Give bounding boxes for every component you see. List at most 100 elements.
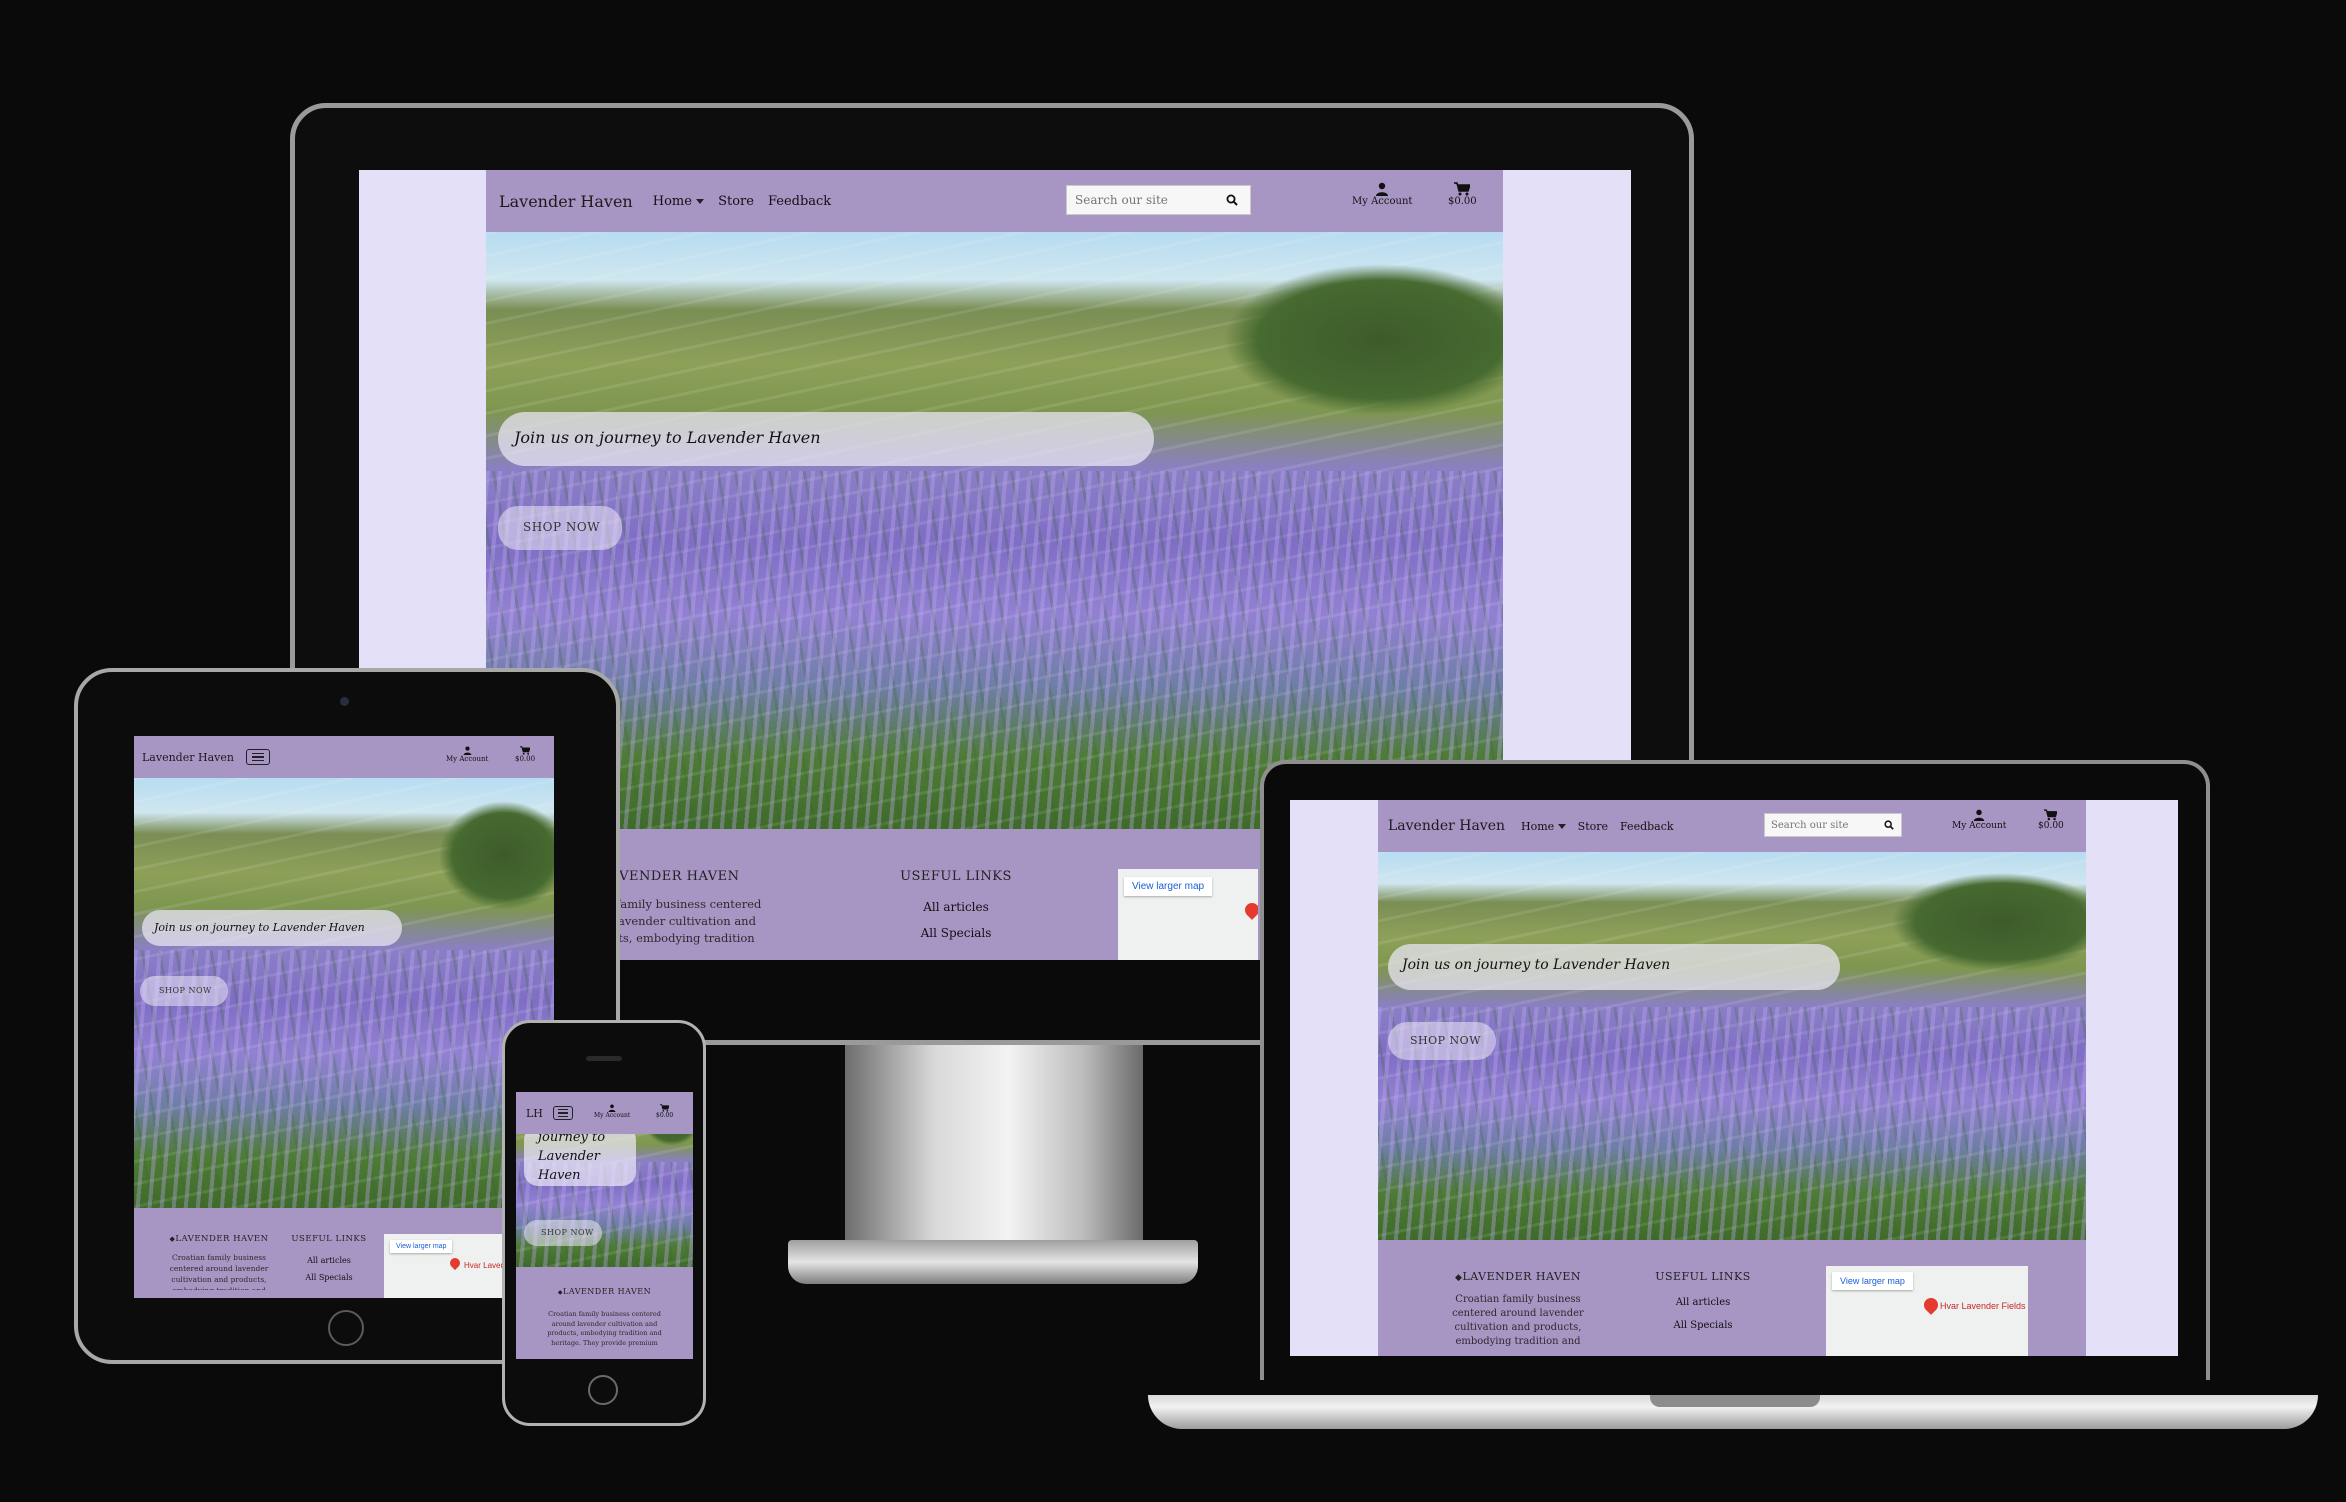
footer-link-articles[interactable]: All articles [1638,1297,1768,1308]
nav-feedback[interactable]: Feedback [1620,820,1674,833]
chevron-down-icon [1557,824,1566,829]
footer-about-title: ◆LAVENDER HAVEN [557,1287,652,1296]
map-pin-icon [1921,1295,1941,1315]
navbar: Lavender Haven My Account $0.00 [134,736,554,778]
nav-home-label: Home [1521,819,1555,833]
phone-home-button [588,1375,618,1405]
footer-map[interactable]: View larger map Hvar Lavender Fields [1826,1266,2028,1356]
account-label: My Account [446,755,489,763]
cart-icon [2044,809,2058,821]
footer-links-title: USEFUL LINKS [900,869,1012,884]
footer-link-specials[interactable]: All Specials [866,926,1046,940]
phone-speaker [586,1056,622,1061]
search-form [1764,813,1902,837]
search-input[interactable] [1067,193,1217,207]
hero-banner: Join us on journey to Lavender Haven SHO… [1378,852,2086,1240]
brand-logo[interactable]: Lavender Haven [1388,818,1505,834]
hero-banner: Join us on journey to Lavender Haven SHO… [486,232,1503,829]
hero-banner: Join us on journey to Lavender Haven SHO… [134,778,554,1208]
hero-tagline: Join us on journey to Lavender Haven [142,910,402,946]
account-label: My Account [594,1112,631,1119]
user-icon [608,1104,616,1112]
user-icon [1974,809,1985,821]
cart-total: $0.00 [656,1112,674,1119]
cart-icon [1454,182,1471,196]
cart-icon [660,1104,670,1112]
footer-links-title: USEFUL LINKS [1655,1270,1751,1283]
footer-links: USEFUL LINKS All articles All Specials [866,869,1046,940]
nav-home-dropdown[interactable]: Home [1521,820,1566,833]
cart-link[interactable]: $0.00 [1448,182,1477,207]
cart-link[interactable]: $0.00 [2038,809,2064,831]
footer-links: USEFUL LINKS All articles All Specials [284,1234,374,1282]
footer-about-text: Croatian family business centered around… [169,1253,269,1290]
map-pin-label: Hvar Lavender Fields [1940,1301,2026,1311]
search-icon [1226,194,1238,206]
hero-tagline: Join us on journey to Lavender Haven [498,412,1154,466]
site-container: Lavender Haven Home Store Feedback My Ac… [1378,800,2086,1356]
my-account-link[interactable]: My Account [594,1104,630,1119]
site-footer: ◆LAVENDER HAVEN Croatian family business… [1378,1240,2086,1356]
footer-about-title: ◆LAVENDER HAVEN [169,1234,269,1244]
footer-about-text: Croatian family business centered around… [547,1310,662,1347]
search-button[interactable] [1877,814,1901,836]
laptop-notch [1650,1395,1820,1407]
search-icon [1884,820,1894,830]
map-pin-label: Hvar Laven [464,1261,505,1270]
shop-now-button[interactable]: SHOP NOW [1388,1022,1496,1060]
footer-about: ◆LAVENDER HAVEN Croatian family business… [164,1234,274,1290]
brand-logo[interactable]: Lavender Haven [142,751,234,764]
view-larger-map-link[interactable]: View larger map [390,1240,453,1253]
search-button[interactable] [1217,186,1247,214]
site-footer: ◆LAVENDER HAVEN Croatian family business… [134,1208,554,1298]
nav-home-dropdown[interactable]: Home [652,193,705,209]
footer-link-articles[interactable]: All articles [866,900,1046,914]
brand-logo[interactable]: Lavender Haven [499,192,633,211]
footer-map[interactable]: View larger map [1118,869,1258,960]
hamburger-icon[interactable] [552,1106,573,1120]
nav-store[interactable]: Store [718,194,754,209]
brand-logo[interactable]: LH [526,1107,543,1120]
nav-feedback[interactable]: Feedback [768,194,831,209]
cart-total: $0.00 [2038,821,2064,831]
user-icon [1376,182,1389,196]
view-larger-map-link[interactable]: View larger map [1832,1272,1913,1290]
shop-now-button[interactable]: SHOP NOW [498,506,622,550]
cart-link[interactable]: $0.00 [656,1104,673,1119]
account-label: My Account [1952,821,2007,831]
hamburger-icon[interactable] [245,749,270,765]
phone-screen: journey to Lavender Haven SHOP NOW LH My… [516,1092,693,1359]
shop-now-button[interactable]: SHOP NOW [140,976,228,1006]
cart-icon [520,746,531,755]
cart-total: $0.00 [515,755,536,763]
footer-link-specials[interactable]: All Specials [1638,1320,1768,1331]
my-account-link[interactable]: My Account [1952,809,2006,831]
map-pin-icon [447,1255,463,1271]
nav-store[interactable]: Store [1578,820,1608,833]
shop-now-button[interactable]: SHOP NOW [524,1220,602,1246]
site-footer: ◆LAVENDER HAVEN Croatian family business… [516,1267,693,1359]
navbar: Lavender Haven Home Store Feedback My Ac… [1378,800,2086,852]
nav-links: Home Store Feedback [1521,820,1674,833]
footer-about: ◆LAVENDER HAVEN Croatian family business… [1438,1270,1598,1349]
my-account-link[interactable]: My Account [1352,182,1412,207]
navbar: Lavender Haven Home Store Feedback My Ac… [486,170,1503,232]
chevron-down-icon [696,198,705,204]
tablet-screen: Lavender Haven My Account $0.00 Join us … [134,736,554,1298]
cart-total: $0.00 [1448,196,1477,207]
footer-link-articles[interactable]: All articles [284,1256,374,1265]
footer-about-text: Croatian family business centered around… [1452,1294,1584,1347]
my-account-link[interactable]: My Account [446,746,488,763]
navbar: LH My Account $0.00 [516,1092,693,1134]
view-larger-map-link[interactable]: View larger map [1124,877,1213,896]
monitor-stand [845,1045,1143,1245]
tablet-home-button [328,1310,364,1346]
tablet-camera [340,697,349,706]
search-input[interactable] [1765,819,1877,831]
hero-tagline: journey to Lavender Haven [524,1126,636,1186]
monitor-stand-base [788,1240,1198,1284]
nav-home-label: Home [652,193,692,209]
footer-links: USEFUL LINKS All articles All Specials [1638,1270,1768,1331]
footer-link-specials[interactable]: All Specials [284,1273,374,1282]
cart-link[interactable]: $0.00 [515,746,535,763]
